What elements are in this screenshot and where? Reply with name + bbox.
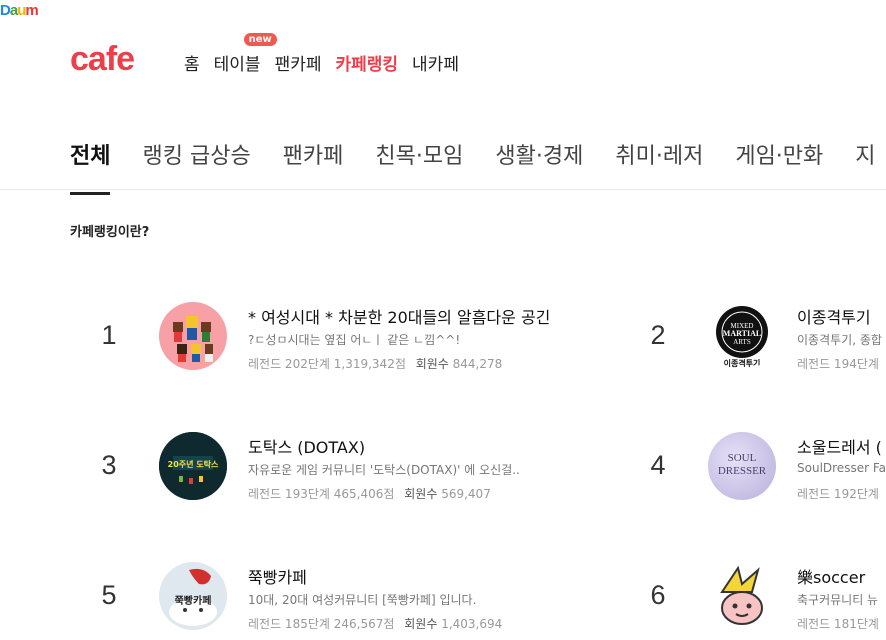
tab-all[interactable]: 전체 <box>70 138 111 195</box>
tab-hobby-leisure[interactable]: 취미·레저 <box>615 138 703 195</box>
cafe-name[interactable]: 소울드레서 ( <box>797 434 882 458</box>
cafe-level: 레전드 192단계 <box>797 487 879 501</box>
ranking-item[interactable]: 2 MIXED MARTIAL ARTS 이종격투기 이종격투기 이종격투기, … <box>619 302 886 372</box>
tab-friendship[interactable]: 친목·모임 <box>375 138 463 195</box>
members-label: 회원수 <box>404 617 438 631</box>
cafe-name[interactable]: 쭉빵카페 <box>248 564 307 588</box>
nav-home[interactable]: 홈 <box>184 50 200 75</box>
nav-table[interactable]: 테이블 new <box>213 33 277 75</box>
cafe-name[interactable]: 樂soccer <box>797 564 865 588</box>
new-badge: new <box>243 33 277 46</box>
cafe-score: 465,406점 <box>333 487 395 501</box>
tab-life-economy[interactable]: 생활·경제 <box>495 138 583 195</box>
dotax-banner-icon[interactable]: 20주년 도탁스 <box>159 432 227 500</box>
cafe-logo[interactable]: cafe <box>70 40 135 79</box>
cafe-description: 이종격투기, 종합 <box>797 333 882 347</box>
cafe-name[interactable]: * 여성시대 * 차분한 20대들의 알흠다운 공긴 <box>248 304 550 328</box>
tab-rising[interactable]: 랭킹 급상승 <box>142 138 250 195</box>
cafe-description: ?ㄷ성ㅁ시대는 옆집 어ㄴㅣ 같은 ㄴ낌^^! <box>248 333 461 347</box>
tab-region[interactable]: 지 <box>855 138 875 195</box>
daum-logo-letter: a <box>9 2 18 19</box>
global-nav: 홈 테이블 new 팬카페 카페랭킹 내카페 <box>184 33 459 75</box>
category-tabs: 전체 랭킹 급상승 팬카페 친목·모임 생활·경제 취미·레저 게임·만화 지 <box>70 138 876 195</box>
ranking-item[interactable]: 3 20주년 도탁스 도탁스 (DOTAX) 자유로운 게임 커뮤니티 '도탁스… <box>70 432 520 502</box>
daum-logo[interactable]: Daum <box>0 2 39 19</box>
tabs-divider <box>0 189 886 190</box>
soul-dresser-logo-icon[interactable]: SOUL DRESSER <box>708 432 776 500</box>
cafe-meta: 레전드 193단계 465,406점 회원수 569,407 <box>248 485 491 502</box>
soccer-mascot-icon[interactable] <box>708 562 776 630</box>
rank-number: 3 <box>101 450 117 480</box>
nav-fancafe[interactable]: 팬카페 <box>275 50 322 75</box>
cafe-members: 844,278 <box>452 357 503 371</box>
cafe-level: 레전드 185단계 <box>248 617 330 631</box>
tab-game-comics[interactable]: 게임·만화 <box>735 138 823 195</box>
mma-emblem-icon[interactable]: MIXED MARTIAL ARTS 이종격투기 <box>708 302 776 370</box>
ranking-item[interactable]: 1 * 여성시대 * 차분한 20대들의 알흠다운 공긴 ?ㄷ성ㅁ시대는 옆집 … <box>70 302 550 372</box>
svg-text:ARTS: ARTS <box>733 338 751 346</box>
jjukbbang-icon[interactable]: 쭉빵카페 <box>159 562 227 630</box>
thumb-caption: 쭉빵카페 <box>174 596 212 607</box>
cafe-name[interactable]: 도탁스 (DOTAX) <box>248 434 365 458</box>
nav-my-cafe[interactable]: 내카페 <box>412 50 459 75</box>
cafe-description: 축구커뮤니티 뉴 <box>797 593 879 607</box>
ranking-info-link[interactable]: 카페랭킹이란? <box>70 221 149 240</box>
members-label: 회원수 <box>415 357 449 371</box>
thumb-caption: SOUL DRESSER <box>717 452 767 477</box>
cafe-level: 레전드 181단계 <box>797 617 879 631</box>
thumb-caption: 이종격투기 <box>723 359 761 368</box>
rank-number: 1 <box>101 320 117 350</box>
daum-logo-letter: D <box>0 2 11 19</box>
cafe-meta: 레전드 194단계 <box>797 355 879 372</box>
daum-logo-letter: m <box>25 2 38 19</box>
cafe-members: 1,403,694 <box>441 617 503 631</box>
members-label: 회원수 <box>404 487 438 501</box>
ranking-item[interactable]: 4 SOUL DRESSER 소울드레서 ( SoulDresser Fa 레전… <box>619 432 886 502</box>
cafe-meta: 레전드 202단계 1,319,342점 회원수 844,278 <box>248 355 502 372</box>
svg-text:MARTIAL: MARTIAL <box>723 329 761 338</box>
cafe-level: 레전드 193단계 <box>248 487 330 501</box>
nav-table-label: 테이블 <box>213 55 261 75</box>
cafe-description: 10대, 20대 여성커뮤니티 [쭉빵카페] 입니다. <box>248 593 477 607</box>
cafe-score: 246,567점 <box>333 617 395 631</box>
rank-number: 4 <box>650 450 666 480</box>
rank-number: 5 <box>101 580 117 610</box>
nav-cafe-ranking[interactable]: 카페랭킹 <box>335 50 398 75</box>
cafe-meta: 레전드 192단계 <box>797 485 879 502</box>
cafe-description: SoulDresser Fa <box>797 461 886 475</box>
tab-fancafe[interactable]: 팬카페 <box>283 138 344 195</box>
cafe-members: 569,407 <box>441 487 491 501</box>
thumb-caption: 20주년 도탁스 <box>167 460 219 469</box>
cafe-meta: 레전드 181단계 <box>797 615 879 632</box>
rank-number: 2 <box>650 320 666 350</box>
cafe-level: 레전드 194단계 <box>797 357 879 371</box>
cafe-score: 1,319,342점 <box>333 357 406 371</box>
pixel-characters-icon[interactable] <box>159 302 227 370</box>
rank-number: 6 <box>650 580 666 610</box>
ranking-item[interactable]: 6 樂soccer 축구커뮤니티 뉴 레전드 181단계 <box>619 562 886 632</box>
cafe-meta: 레전드 185단계 246,567점 회원수 1,403,694 <box>248 615 502 632</box>
cafe-level: 레전드 202단계 <box>248 357 330 371</box>
daum-logo-letter: u <box>17 2 26 19</box>
ranking-item[interactable]: 5 쭉빵카페 쭉빵카페 10대, 20대 여성커뮤니티 [쭉빵카페] 입니다. … <box>70 562 510 632</box>
cafe-description: 자유로운 게임 커뮤니티 '도탁스(DOTAX)' 에 오신걸.. <box>248 463 520 477</box>
cafe-name[interactable]: 이종격투기 <box>797 304 871 328</box>
